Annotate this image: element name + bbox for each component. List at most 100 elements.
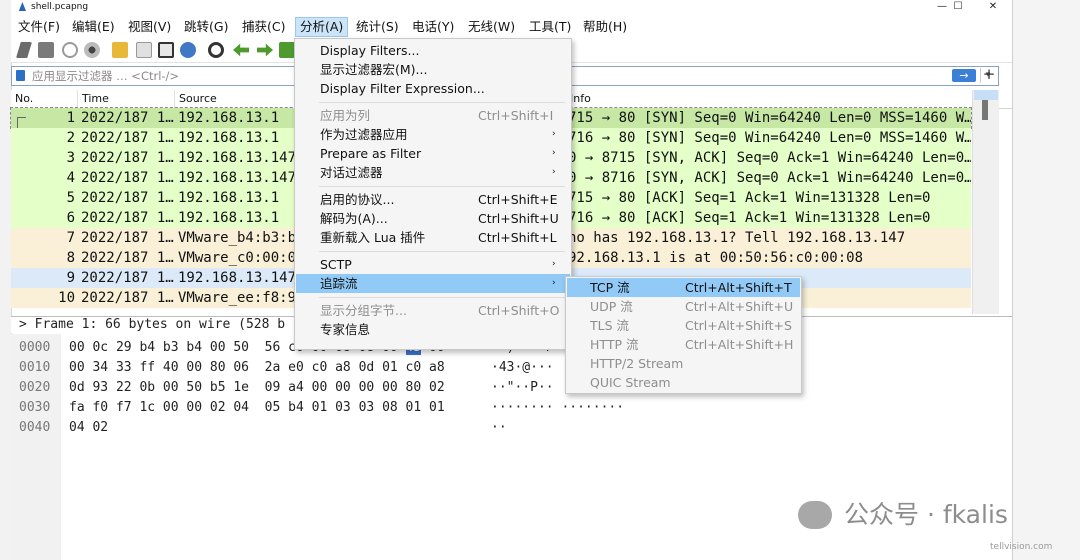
menu-item-label: Prepare as Filter [320, 146, 422, 161]
analyze-menu-item[interactable]: 专家信息 [296, 320, 570, 339]
go-back-icon[interactable] [233, 43, 249, 57]
maximize-button[interactable]: ☐ [942, 0, 974, 14]
menu-wireless[interactable]: 无线(W) [468, 18, 515, 36]
menu-item-label: TLS 流 [590, 318, 630, 333]
go-to-packet-icon[interactable] [279, 42, 295, 58]
menu-file[interactable]: 文件(F) [18, 18, 60, 36]
packet-source: 192.168.13.1 [178, 210, 280, 226]
analyze-menu-item[interactable]: 对话过滤器 › [296, 163, 570, 182]
menu-item-label: HTTP/2 Stream [590, 356, 684, 371]
follow-stream-item[interactable]: TLS 流 Ctrl+Alt+Shift+S [567, 316, 800, 335]
packet-time: 2022/187 1… [81, 110, 174, 126]
save-file-icon[interactable] [136, 42, 152, 58]
analyze-menu-item[interactable]: 启用的协议... Ctrl+Shift+E [296, 190, 570, 209]
packet-info: 716 → 80 [SYN] Seq=0 Win=64240 Len=0 MSS… [568, 130, 971, 146]
scrollbar-thumb[interactable] [982, 100, 988, 120]
analyze-menu-item[interactable]: 追踪流 › [296, 274, 570, 293]
hex-dump[interactable]: fa f0 f7 1c 00 00 02 04 05 b4 01 03 03 0… [69, 398, 445, 418]
analyze-menu-item[interactable]: Display Filters... [296, 41, 570, 60]
bytes-row: 0010 00 34 33 ff 40 00 80 06 2a e0 c0 a8 … [11, 358, 1012, 378]
menu-edit[interactable]: 编辑(E) [72, 18, 115, 36]
menu-item-label: 启用的协议... [320, 192, 395, 207]
menu-view[interactable]: 视图(V) [128, 18, 171, 36]
ascii-dump[interactable]: ········ ········ [491, 398, 624, 418]
stop-capture-icon[interactable] [38, 42, 54, 58]
restart-capture-icon[interactable] [62, 42, 78, 58]
ascii-dump[interactable]: ·43·@··· [491, 358, 554, 378]
follow-stream-item[interactable]: TCP 流 Ctrl+Alt+Shift+T [567, 278, 800, 297]
analyze-menu-item[interactable]: 显示分组字节... Ctrl+Shift+O [296, 301, 570, 320]
packet-no: 6 [66, 210, 75, 226]
menu-item-label: QUIC Stream [590, 375, 671, 390]
follow-stream-item[interactable]: HTTP/2 Stream [567, 354, 800, 373]
packet-source: 192.168.13.147 [178, 170, 297, 186]
follow-stream-item[interactable]: QUIC Stream [567, 373, 800, 392]
packet-info: 716 → 80 [ACK] Seq=1 Ack=1 Win=131328 Le… [568, 210, 931, 226]
filter-placeholder: 应用显示过滤器 … <Ctrl-/> [32, 69, 180, 83]
close-button[interactable]: ✕ [977, 0, 1009, 14]
menu-separator [319, 186, 565, 187]
packet-no: 1 [66, 110, 75, 126]
add-filter-button[interactable]: + [982, 65, 996, 83]
menu-item-label: SCTP [320, 257, 352, 272]
packet-time: 2022/187 1… [81, 210, 174, 226]
hex-dump[interactable]: 04 02 [69, 418, 108, 438]
packet-source: 192.168.13.1 [178, 130, 280, 146]
analyze-menu-item[interactable]: 重新载入 Lua 插件 Ctrl+Shift+L [296, 228, 570, 247]
menu-item-shortcut: Ctrl+Shift+U [478, 211, 559, 226]
menu-help[interactable]: 帮助(H) [583, 18, 627, 36]
bookmark-icon[interactable] [16, 70, 25, 81]
capture-options-icon[interactable] [84, 42, 100, 58]
hex-values: 04 02 [69, 420, 109, 435]
follow-stream-item[interactable]: HTTP 流 Ctrl+Alt+Shift+H [567, 335, 800, 354]
find-packet-icon[interactable] [208, 42, 224, 58]
analyze-menu-item[interactable]: 解码为(A)... Ctrl+Shift+U [296, 209, 570, 228]
ascii-dump[interactable]: ·· [491, 418, 507, 438]
bytes-row: 0020 0d 93 22 0b 00 50 b5 1e 09 a4 00 00 … [11, 378, 1012, 398]
hex-dump[interactable]: 0d 93 22 0b 00 50 b5 1e 09 a4 00 00 00 0… [69, 378, 445, 398]
menu-capture[interactable]: 捕获(C) [242, 18, 285, 36]
submenu-arrow-icon: › [552, 148, 556, 158]
menu-item-label: 显示分组字节... [320, 303, 407, 318]
menu-statistics[interactable]: 统计(S) [356, 18, 399, 36]
column-no[interactable]: No. [11, 90, 78, 108]
analyze-menu-item[interactable]: 作为过滤器应用 › [296, 125, 570, 144]
apply-filter-button[interactable]: → [952, 69, 976, 82]
column-source[interactable]: Source [175, 90, 295, 108]
submenu-arrow-icon: › [552, 129, 556, 139]
packet-list-scrollbar[interactable] [972, 90, 999, 314]
open-file-icon[interactable] [112, 42, 128, 58]
packet-info: 0 → 8715 [SYN, ACK] Seq=0 Ack=1 Win=6424… [568, 150, 971, 166]
menu-item-shortcut: Ctrl+Alt+Shift+S [685, 318, 792, 333]
hex-dump[interactable]: 00 34 33 ff 40 00 80 06 2a e0 c0 a8 0d 0… [69, 358, 445, 378]
ascii-dump[interactable]: ··"··P·· [491, 378, 554, 398]
menu-telephony[interactable]: 电话(Y) [412, 18, 454, 36]
analyze-menu-item[interactable]: SCTP › [296, 255, 570, 274]
analyze-menu-item[interactable]: 显示过滤器宏(M)... [296, 60, 570, 79]
menu-tools[interactable]: 工具(T) [529, 18, 571, 36]
byte-offset: 0030 [19, 400, 51, 415]
packet-source: 192.168.13.1 [178, 110, 280, 126]
menu-go[interactable]: 跳转(G) [184, 18, 228, 36]
watermark-small-text: tellvision.com [990, 542, 1053, 552]
menu-analyze[interactable]: 分析(A) [295, 17, 349, 37]
hex-values: 0d 93 22 0b 00 50 b5 1e 09 a4 00 00 00 0… [69, 380, 445, 395]
column-time[interactable]: Time [78, 90, 175, 108]
reload-file-icon[interactable] [180, 42, 196, 58]
menu-item-label: Display Filters... [320, 43, 420, 58]
analyze-menu-item[interactable]: Display Filter Expression... [296, 79, 570, 98]
menu-item-label: 重新载入 Lua 插件 [320, 230, 426, 245]
analyze-menu-item[interactable]: Prepare as Filter › [296, 144, 570, 163]
menu-item-shortcut: Ctrl+Alt+Shift+U [685, 299, 794, 314]
close-file-icon[interactable] [158, 42, 174, 58]
analyze-menu-item[interactable]: 应用为列 Ctrl+Shift+I [296, 106, 570, 125]
column-info[interactable]: Info [566, 90, 972, 108]
start-capture-icon[interactable] [16, 42, 32, 58]
menu-item-label: 解码为(A)... [320, 211, 388, 226]
menu-separator [319, 297, 565, 298]
packet-minimap [974, 90, 998, 100]
follow-stream-item[interactable]: UDP 流 Ctrl+Alt+Shift+U [567, 297, 800, 316]
packet-time: 2022/187 1… [81, 290, 174, 306]
menu-item-shortcut: Ctrl+Shift+I [478, 108, 554, 123]
go-forward-icon[interactable] [257, 43, 273, 57]
